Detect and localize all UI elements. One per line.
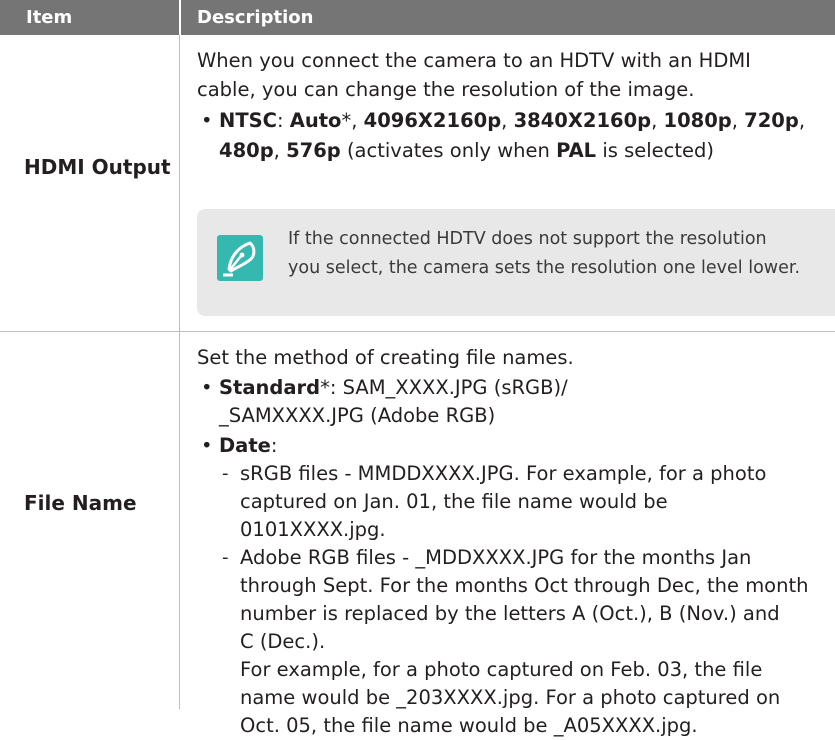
dash-glyph: - (222, 463, 229, 484)
srgb-line-3: 0101XXXX.jpg. (240, 518, 386, 541)
file-name-intro: Set the method of creating file names. (197, 346, 574, 369)
header-item: Item (26, 7, 73, 28)
adobe-line-7: Oct. 05, the file name would be _A05XXXX… (240, 714, 698, 737)
settings-table: Item Description HDMI Output When you co… (0, 0, 835, 737)
dash-glyph: - (222, 547, 229, 568)
standard-line-1: Standard*: SAM_XXXX.JPG (sRGB)/ (219, 376, 568, 399)
adobe-line-4: C (Dec.). (240, 630, 326, 653)
hdmi-options-line-2: 480p, 576p (activates only when PAL is s… (219, 139, 715, 162)
bullet-glyph: • (201, 434, 213, 457)
adobe-line-1: Adobe RGB files - _MDDXXXX.JPG for the m… (240, 546, 752, 569)
adobe-line-6: name would be _203XXXX.jpg. For a photo … (240, 686, 781, 709)
row-divider (0, 331, 835, 332)
bullet-glyph: • (201, 376, 213, 399)
header-divider (179, 0, 181, 35)
note-text: If the connected HDTV does not support t… (288, 229, 801, 278)
header-description: Description (197, 7, 314, 28)
item-hdmi-output: HDMI Output (24, 155, 171, 179)
srgb-line-1: sRGB files - MMDDXXXX.JPG. For example, … (240, 462, 767, 485)
adobe-line-5: For example, for a photo captured on Feb… (240, 658, 763, 681)
item-file-name: File Name (24, 491, 137, 515)
bullet-glyph: • (201, 109, 213, 132)
adobe-line-2: through Sept. For the months Oct through… (240, 574, 809, 597)
note-box: If the connected HDTV does not support t… (197, 209, 835, 316)
date-heading: Date: (219, 434, 278, 457)
column-divider (179, 35, 180, 709)
hdmi-intro-line-2: cable, you can change the resolution of … (197, 78, 695, 101)
table-header: Item Description (0, 0, 835, 35)
hdmi-intro-line-1: When you connect the camera to an HDTV w… (197, 49, 751, 72)
adobe-line-3: number is replaced by the letters A (Oct… (240, 602, 780, 625)
standard-line-2: _SAMXXXX.JPG (Adobe RGB) (219, 404, 496, 427)
hdmi-options-line-1: NTSC: Auto*, 4096X2160p, 3840X2160p, 108… (219, 109, 806, 132)
pen-nib-icon (217, 235, 263, 281)
srgb-line-2: captured on Jan. 01, the file name would… (240, 490, 668, 513)
